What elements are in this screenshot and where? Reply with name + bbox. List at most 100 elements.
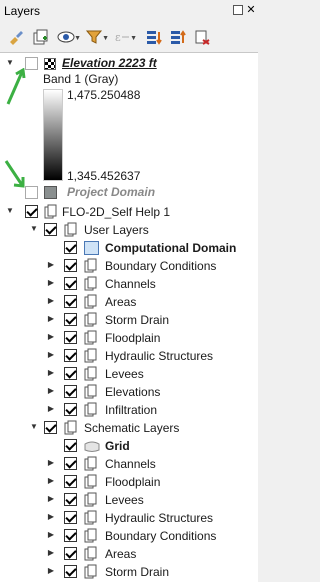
group-icon — [84, 384, 97, 399]
close-panel-button[interactable]: ✕ — [246, 5, 256, 16]
layer-checkbox[interactable] — [64, 331, 77, 344]
layer-label[interactable]: Levees — [105, 493, 144, 507]
layer-label[interactable]: Computational Domain — [105, 241, 236, 255]
layer-checkbox[interactable] — [64, 385, 77, 398]
layer-checkbox[interactable] — [64, 349, 77, 362]
band-label: Band 1 (Gray) — [43, 72, 119, 86]
style-manager-icon[interactable] — [6, 27, 26, 47]
layer-checkbox[interactable] — [64, 547, 77, 560]
layer-checkbox[interactable] — [64, 565, 77, 578]
group-icon — [84, 366, 97, 381]
collapse-arrow-icon[interactable]: ▼ — [5, 58, 15, 68]
group-label-user-layers[interactable]: User Layers — [84, 223, 149, 237]
layer-checkbox[interactable] — [64, 259, 77, 272]
layer-checkbox[interactable] — [64, 529, 77, 542]
group-icon — [84, 330, 97, 345]
group-icon — [84, 402, 97, 417]
group-icon — [84, 348, 97, 363]
collapse-arrow-icon[interactable]: ▼ — [5, 206, 15, 216]
expand-arrow-icon[interactable]: ▶ — [46, 404, 56, 414]
layer-label[interactable]: Boundary Conditions — [105, 259, 216, 273]
grid-layer-icon — [84, 440, 100, 456]
layer-checkbox[interactable] — [64, 367, 77, 380]
layer-label[interactable]: Storm Drain — [105, 565, 169, 579]
layer-checkbox[interactable] — [64, 511, 77, 524]
ramp-max-label: 1,475.250488 — [67, 88, 141, 102]
expand-arrow-icon[interactable]: ▶ — [46, 530, 56, 540]
remove-layer-icon[interactable] — [192, 27, 212, 47]
gray-ramp-legend — [43, 89, 63, 181]
layer-label[interactable]: Boundary Conditions — [105, 529, 216, 543]
float-panel-button[interactable] — [233, 5, 243, 15]
expand-arrow-icon[interactable]: ▶ — [46, 494, 56, 504]
group-icon — [64, 222, 77, 237]
expand-arrow-icon[interactable]: ▶ — [46, 332, 56, 342]
group-icon — [84, 276, 97, 291]
layer-checkbox[interactable] — [64, 457, 77, 470]
group-icon — [84, 474, 97, 489]
manage-visibility-icon[interactable]: ▼ — [56, 27, 81, 47]
layer-checkbox[interactable] — [64, 313, 77, 326]
layer-checkbox[interactable] — [64, 295, 77, 308]
annotation-arrow-icon — [4, 160, 25, 188]
group-label-schematic-layers[interactable]: Schematic Layers — [84, 421, 179, 435]
layer-tree: ▼ Elevation 2223 ft Band 1 (Gray) 1,475.… — [0, 52, 258, 582]
add-group-icon[interactable] — [30, 27, 50, 47]
filter-expression-icon[interactable]: ε ▼ — [112, 27, 137, 47]
layer-label[interactable]: Storm Drain — [105, 313, 169, 327]
group-icon — [84, 510, 97, 525]
expand-arrow-icon[interactable]: ▶ — [46, 386, 56, 396]
group-checkbox-flo2d[interactable] — [25, 205, 38, 218]
annotation-arrow-icon — [6, 68, 26, 105]
layer-checkbox[interactable] — [64, 277, 77, 290]
layer-label-project-domain[interactable]: Project Domain — [67, 185, 155, 199]
group-icon — [84, 258, 97, 273]
layer-label[interactable]: Elevations — [105, 385, 160, 399]
expand-arrow-icon[interactable]: ▶ — [46, 314, 56, 324]
collapse-arrow-icon[interactable]: ▼ — [29, 422, 39, 432]
layer-label[interactable]: Channels — [105, 457, 156, 471]
group-icon — [84, 294, 97, 309]
layer-label[interactable]: Grid — [105, 439, 130, 453]
raster-layer-icon — [44, 58, 56, 70]
group-icon — [84, 564, 97, 579]
layer-checkbox[interactable] — [64, 241, 77, 254]
layer-label[interactable]: Infiltration — [105, 403, 157, 417]
group-checkbox-user-layers[interactable] — [44, 223, 57, 236]
layer-checkbox[interactable] — [64, 493, 77, 506]
layer-label-elevation[interactable]: Elevation 2223 ft — [62, 56, 157, 70]
layer-checkbox[interactable] — [64, 475, 77, 488]
layer-label[interactable]: Areas — [105, 295, 136, 309]
layer-label[interactable]: Floodplain — [105, 475, 160, 489]
layer-label[interactable]: Areas — [105, 547, 136, 561]
polygon-symbol-icon — [84, 241, 99, 255]
layer-label[interactable]: Floodplain — [105, 331, 160, 345]
group-icon — [44, 204, 57, 219]
layer-label[interactable]: Levees — [105, 367, 144, 381]
expand-arrow-icon[interactable]: ▶ — [46, 368, 56, 378]
expand-arrow-icon[interactable]: ▶ — [46, 458, 56, 468]
expand-arrow-icon[interactable]: ▶ — [46, 548, 56, 558]
expand-all-icon[interactable] — [144, 27, 164, 47]
group-icon — [84, 456, 97, 471]
collapse-arrow-icon[interactable]: ▼ — [29, 224, 39, 234]
layer-label[interactable]: Hydraulic Structures — [105, 511, 213, 525]
svg-text:ε: ε — [115, 31, 121, 44]
expand-arrow-icon[interactable]: ▶ — [46, 296, 56, 306]
expand-arrow-icon[interactable]: ▶ — [46, 566, 56, 576]
ramp-min-label: 1,345.452637 — [67, 169, 141, 183]
filter-legend-icon[interactable]: ▼ — [84, 27, 109, 47]
layer-checkbox[interactable] — [64, 403, 77, 416]
group-checkbox-schematic-layers[interactable] — [44, 421, 57, 434]
layer-label[interactable]: Channels — [105, 277, 156, 291]
expand-arrow-icon[interactable]: ▶ — [46, 278, 56, 288]
expand-arrow-icon[interactable]: ▶ — [46, 476, 56, 486]
group-label-flo2d[interactable]: FLO-2D_Self Help 1 — [62, 205, 170, 219]
panel-titlebar: Layers ✕ — [0, 0, 258, 22]
expand-arrow-icon[interactable]: ▶ — [46, 350, 56, 360]
expand-arrow-icon[interactable]: ▶ — [46, 260, 56, 270]
expand-arrow-icon[interactable]: ▶ — [46, 512, 56, 522]
layer-checkbox[interactable] — [64, 439, 77, 452]
layer-label[interactable]: Hydraulic Structures — [105, 349, 213, 363]
collapse-all-icon[interactable] — [168, 27, 188, 47]
